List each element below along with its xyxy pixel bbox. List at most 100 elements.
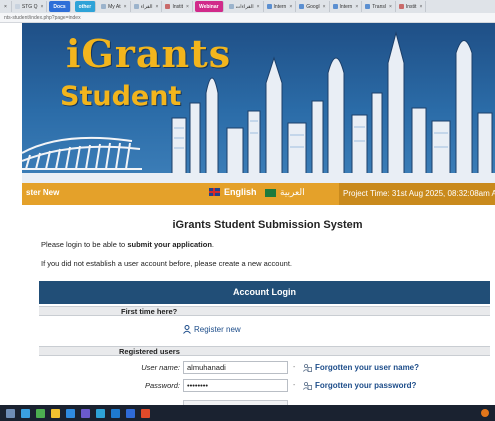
tab-close-icon[interactable]: × [156, 4, 159, 10]
media-icon[interactable] [141, 408, 150, 418]
favicon-icon [398, 4, 404, 9]
teams-icon[interactable] [81, 408, 90, 418]
browser-tab-label: Instit [405, 3, 417, 10]
separator-dash: - [293, 364, 296, 371]
password-input[interactable]: •••••••• [183, 379, 288, 392]
browser-tab[interactable]: Googl × [296, 1, 330, 12]
browser-tab[interactable]: STG Q × [12, 1, 48, 12]
tab-close-icon[interactable]: × [186, 4, 189, 10]
language-english[interactable]: English [209, 187, 257, 197]
password-label: Password: [144, 381, 180, 390]
browser-tab-label: Googl [306, 3, 320, 10]
tab-close-icon[interactable]: × [0, 1, 12, 12]
forgot-username-link[interactable]: Forgotten your user name? [303, 363, 419, 372]
username-label: User name: [141, 363, 180, 372]
tab-close-icon[interactable]: × [124, 4, 127, 10]
browser-tab-label: Instit [172, 3, 184, 10]
word-icon[interactable] [126, 408, 135, 418]
browser-tab-strip: × STG Q × Docs other My At × القراء × Instit × Web… [0, 0, 495, 13]
windows-icon[interactable] [6, 408, 15, 418]
separator-dash: - [293, 382, 296, 389]
browser-tab-label: Webinar [198, 3, 219, 10]
project-time: Project Time: 31st Aug 2025, 08:32:08am … [339, 183, 495, 205]
browser-tab[interactable]: القراء × [131, 1, 163, 12]
favicon-icon [14, 4, 20, 9]
browser-tab-label: Intern [273, 3, 287, 10]
intro-text-login: Please login to be able to submit your a… [41, 240, 214, 249]
uk-flag-icon [209, 188, 220, 196]
tab-close-icon[interactable]: × [323, 4, 326, 10]
tab-close-icon[interactable]: × [419, 4, 422, 10]
intro-text-part: Please login to be able to [41, 240, 128, 249]
files-icon[interactable] [51, 408, 60, 418]
os-taskbar [0, 405, 495, 421]
first-time-section-header: First time here? [39, 306, 490, 316]
language-arabic[interactable]: العربية [265, 187, 305, 198]
forgot-password-label: Forgotten your password? [315, 381, 417, 390]
browser-tab[interactable]: Instit × [162, 1, 193, 12]
notification-icon[interactable] [481, 409, 489, 417]
browser-tab-label: القراء [140, 3, 153, 10]
brand-logo-subtitle: Student [60, 81, 182, 112]
favicon-icon [332, 4, 338, 9]
intro-text-part: . [211, 240, 214, 249]
intro-text-register: If you did not establish a user account … [41, 259, 292, 268]
favicon-icon [165, 4, 171, 9]
header-banner: iGrants Student [22, 23, 495, 183]
tab-close-icon[interactable]: × [389, 4, 392, 10]
language-arabic-label: العربية [280, 187, 305, 197]
key-icon [303, 381, 312, 390]
tab-close-icon[interactable]: × [355, 4, 358, 10]
store-icon[interactable] [66, 408, 75, 418]
browser-tab-label: other [78, 3, 92, 10]
favicon-icon [266, 4, 272, 9]
username-input[interactable]: almuhanadi [183, 361, 288, 374]
browser-tab[interactable]: Docs [49, 1, 71, 12]
browser-tab-label: Intern [339, 3, 353, 10]
tab-close-icon[interactable]: × [289, 4, 292, 10]
browser-tab-label: My At [108, 3, 121, 10]
register-new-link[interactable]: ster New [26, 188, 59, 197]
tab-close-icon[interactable]: × [257, 4, 260, 10]
brand-logo-title: iGrants [66, 31, 232, 76]
register-new-button[interactable]: Register new [183, 325, 241, 334]
user-icon [183, 325, 191, 334]
browser-tab-label: STG Q [21, 3, 38, 10]
first-time-label: First time here? [121, 307, 178, 316]
browser-tab[interactable]: Transl × [362, 1, 396, 12]
screen: × STG Q × Docs other My At × القراء × Instit × Web… [0, 0, 495, 421]
browser-tab-label: Transl [372, 3, 386, 10]
ground-strip [22, 173, 495, 183]
favicon-icon [365, 4, 371, 9]
favicon-icon [101, 4, 107, 9]
top-nav-bar: ster New English العربية Project Time: 3… [22, 183, 495, 205]
browser-tab[interactable]: My At × [98, 1, 131, 12]
browser-tab-label: Docs [53, 3, 66, 10]
stadium-graphic [22, 136, 142, 170]
page-title: iGrants Student Submission System [172, 219, 363, 231]
registered-users-section-header: Registered users [39, 346, 490, 356]
mail-icon[interactable] [111, 408, 120, 418]
forgot-password-link[interactable]: Forgotten your password? [303, 381, 416, 390]
browser-tab-label: القراءات [235, 3, 254, 10]
favicon-icon [133, 4, 139, 9]
browser-tab[interactable]: Webinar [194, 1, 224, 12]
intro-text-bold: submit your application [127, 240, 212, 249]
edge-icon[interactable] [21, 408, 30, 418]
address-bar[interactable]: nts-student/index.php?page=index [0, 13, 495, 23]
account-login-header: Account Login [39, 281, 490, 304]
browser-tab[interactable]: القراءات × [226, 1, 264, 12]
saudi-flag-icon [265, 188, 276, 197]
chrome-icon[interactable] [36, 408, 45, 418]
favicon-icon [228, 4, 234, 9]
register-new-label: Register new [194, 325, 241, 334]
browser-tab[interactable]: Instit × [396, 1, 427, 12]
browser-tab[interactable]: Intern × [264, 1, 297, 12]
tab-close-icon[interactable]: × [40, 4, 43, 10]
browser-tab[interactable]: Intern × [330, 1, 363, 12]
browser-tab[interactable]: other [74, 1, 97, 12]
photos-icon[interactable] [96, 408, 105, 418]
registered-users-label: Registered users [119, 347, 180, 356]
favicon-icon [299, 4, 305, 9]
language-english-label: English [224, 187, 257, 197]
